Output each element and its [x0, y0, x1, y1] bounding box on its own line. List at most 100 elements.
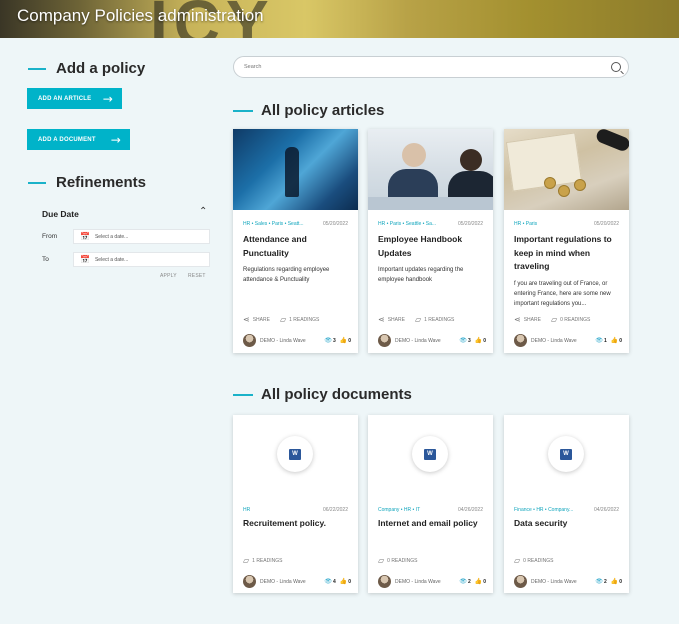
- views-count: 2: [603, 578, 607, 585]
- book-icon: ▱: [550, 315, 558, 324]
- document-tags: Finance • HR • Company...: [514, 507, 574, 513]
- document-author-row: DEMO - Linda Wave 👁 2 👍 0: [514, 575, 622, 588]
- share-icon[interactable]: ⋖: [514, 315, 521, 324]
- article-tags: HR • Sales • Paris • Seatt...: [243, 221, 304, 227]
- search-input[interactable]: [244, 64, 584, 70]
- add-article-button[interactable]: ADD AN ARTICLE →: [27, 88, 122, 109]
- document-card[interactable]: W HR 06/22/2022 Recruitement policy. ▱ 1…: [233, 415, 358, 593]
- likes-count: 0: [483, 578, 486, 585]
- share-label[interactable]: SHARE: [253, 317, 270, 323]
- arrow-right-icon: →: [110, 133, 121, 147]
- document-author-row: DEMO - Linda Wave 👁 2 👍 0: [378, 575, 486, 588]
- views-count: 3: [467, 337, 471, 344]
- to-date-field[interactable]: 📅 Select a date...: [73, 252, 210, 267]
- article-stats: 👁 3 👍 0: [455, 337, 486, 344]
- thumbs-up-icon[interactable]: 👍: [340, 578, 347, 585]
- article-meta: ⋖ SHARE ▱ 1 READINGS: [378, 315, 454, 324]
- add-document-button[interactable]: ADD A DOCUMENT →: [27, 129, 130, 150]
- article-description: Important updates regarding the employee…: [378, 267, 464, 283]
- article-title[interactable]: Attendance and Punctuality: [243, 233, 353, 260]
- share-label[interactable]: SHARE: [388, 317, 405, 323]
- article-description: Regulations regarding employee attendanc…: [243, 267, 330, 283]
- article-stats: 👁 3 👍 0: [320, 337, 351, 344]
- article-thumbnail: [233, 129, 358, 210]
- document-title[interactable]: Data security: [514, 517, 624, 531]
- search-icon[interactable]: [611, 62, 621, 72]
- author-name: DEMO - Linda Wave: [531, 337, 577, 344]
- book-icon: ▱: [514, 556, 521, 565]
- article-title[interactable]: Important regulations to keep in mind wh…: [514, 233, 624, 274]
- from-date-field[interactable]: 📅 Select a date...: [73, 229, 210, 244]
- document-title[interactable]: Recruitement policy.: [243, 517, 353, 531]
- article-author-row: DEMO - Linda Wave 👁 3 👍 0: [243, 334, 351, 347]
- share-label[interactable]: SHARE: [524, 317, 541, 323]
- thumbs-up-icon[interactable]: 👍: [611, 578, 618, 585]
- article-thumbnail: [368, 129, 493, 210]
- articles-heading-text: All policy articles: [261, 102, 385, 119]
- avatar: [514, 334, 527, 347]
- heading-dash: [28, 181, 46, 184]
- likes-count: 0: [483, 337, 486, 344]
- thumbs-up-icon[interactable]: 👍: [475, 578, 482, 585]
- document-card[interactable]: W Finance • HR • Company... 04/26/2022 D…: [504, 415, 629, 593]
- arrow-right-icon: →: [102, 92, 113, 106]
- chevron-up-icon[interactable]: ⌃: [199, 206, 207, 217]
- book-icon: ▱: [243, 556, 250, 565]
- document-stats: 👁 2 👍 0: [455, 578, 486, 585]
- to-date-placeholder: Select a date...: [94, 256, 129, 263]
- articles-heading: All policy articles: [233, 102, 384, 119]
- document-meta: ▱ 1 READINGS: [243, 556, 282, 565]
- article-date: 05/20/2022: [322, 221, 348, 227]
- heading-dash: [233, 393, 253, 396]
- article-card[interactable]: HR • Sales • Paris • Seatt... 05/20/2022…: [233, 129, 358, 353]
- word-icon: W: [412, 436, 448, 472]
- document-date: 04/26/2022: [593, 507, 619, 513]
- article-card[interactable]: HR • Paris 05/20/2022 Important regulati…: [504, 129, 629, 353]
- refinements-heading: Refinements: [28, 174, 146, 191]
- views-count: 1: [603, 337, 607, 344]
- documents-heading-text: All policy documents: [261, 386, 412, 403]
- article-date: 05/20/2022: [593, 221, 619, 227]
- book-icon: ▱: [414, 315, 422, 324]
- share-icon[interactable]: ⋖: [378, 315, 385, 324]
- thumbs-up-icon[interactable]: 👍: [475, 337, 482, 344]
- thumbs-up-icon[interactable]: 👍: [340, 337, 347, 344]
- calendar-icon: 📅: [80, 232, 90, 241]
- likes-count: 0: [348, 578, 351, 585]
- readings-count: 0 READINGS: [523, 557, 554, 564]
- document-stats: 👁 4 👍 0: [320, 578, 351, 585]
- eye-icon: 👁: [459, 337, 467, 344]
- document-title[interactable]: Internet and email policy: [378, 517, 488, 531]
- document-meta: ▱ 0 READINGS: [514, 556, 553, 565]
- readings-count: 1 READINGS: [424, 316, 455, 323]
- article-meta: ⋖ SHARE ▱ 1 READINGS: [243, 315, 319, 324]
- avatar: [243, 334, 256, 347]
- author-name: DEMO - Linda Wave: [395, 578, 441, 585]
- article-tags: HR • Paris • Seattle • Sa...: [378, 221, 437, 227]
- refinements-heading-text: Refinements: [56, 174, 147, 191]
- article-card[interactable]: HR • Paris • Seattle • Sa... 05/20/2022 …: [368, 129, 493, 353]
- readings-count: 1 READINGS: [252, 557, 283, 564]
- document-meta: ▱ 0 READINGS: [378, 556, 417, 565]
- author-name: DEMO - Linda Wave: [531, 578, 577, 585]
- views-count: 2: [467, 578, 471, 585]
- article-title[interactable]: Employee Handbook Updates: [378, 233, 488, 260]
- article-author-row: DEMO - Linda Wave 👁 3 👍 0: [378, 334, 486, 347]
- apply-button[interactable]: APPLY: [160, 273, 177, 279]
- document-card[interactable]: W Company • HR • IT 04/26/2022 Internet …: [368, 415, 493, 593]
- document-tags: Company • HR • IT: [378, 507, 421, 513]
- eye-icon: 👁: [324, 578, 332, 585]
- thumbs-up-icon[interactable]: 👍: [611, 337, 618, 344]
- add-policy-heading-text: Add a policy: [56, 60, 146, 77]
- eye-icon: 👁: [459, 578, 467, 585]
- author-name: DEMO - Linda Wave: [260, 337, 306, 344]
- from-date-placeholder: Select a date...: [94, 233, 129, 240]
- share-icon[interactable]: ⋖: [243, 315, 250, 324]
- book-icon: ▱: [378, 556, 385, 565]
- article-date: 05/20/2022: [457, 221, 483, 227]
- documents-heading: All policy documents: [233, 386, 412, 403]
- document-date: 06/22/2022: [322, 507, 348, 513]
- likes-count: 0: [619, 578, 622, 585]
- reset-button[interactable]: RESET: [188, 273, 206, 279]
- avatar: [514, 575, 527, 588]
